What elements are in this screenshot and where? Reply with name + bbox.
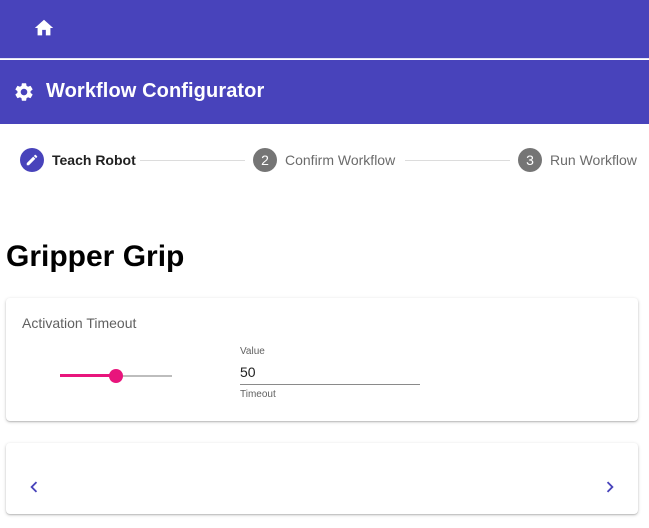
step-2-circle: 2 [253, 148, 277, 172]
step-3-circle: 3 [518, 148, 542, 172]
gear-icon [15, 83, 33, 101]
step-label: Teach Robot [52, 152, 136, 168]
navigation-card [6, 443, 638, 514]
home-button[interactable] [24, 8, 64, 48]
step-run-workflow[interactable]: 3 Run Workflow [518, 148, 637, 172]
step-label: Confirm Workflow [285, 152, 396, 168]
step-label: Run Workflow [550, 152, 637, 168]
step-confirm-workflow[interactable]: 2 Confirm Workflow [253, 148, 395, 172]
home-icon [34, 19, 54, 36]
activation-timeout-card: Activation Timeout Value Timeout [6, 298, 638, 421]
page-title: Workflow Configurator [46, 80, 265, 102]
value-field: Value Timeout [240, 346, 420, 400]
pencil-icon [26, 154, 38, 166]
value-input[interactable] [240, 362, 420, 385]
chevron-right-icon [606, 481, 614, 493]
previous-button[interactable] [22, 475, 46, 499]
slider-thumb[interactable] [109, 369, 123, 383]
step-connector [140, 160, 245, 161]
timeout-slider[interactable] [60, 368, 172, 384]
top-app-bar [0, 0, 649, 59]
step-teach-robot[interactable]: Teach Robot [20, 148, 136, 172]
card-title: Activation Timeout [22, 315, 137, 331]
value-label: Value [240, 346, 265, 357]
section-heading: Gripper Grip [6, 240, 185, 273]
workflow-stepper: Teach Robot 2 Confirm Workflow 3 Run Wor… [0, 124, 649, 196]
slider-fill [60, 374, 116, 377]
step-connector [405, 160, 510, 161]
chevron-left-icon [30, 481, 38, 493]
step-1-circle [20, 148, 44, 172]
value-helper-text: Timeout [240, 389, 276, 400]
next-button[interactable] [598, 475, 622, 499]
title-bar: Workflow Configurator [0, 60, 649, 124]
